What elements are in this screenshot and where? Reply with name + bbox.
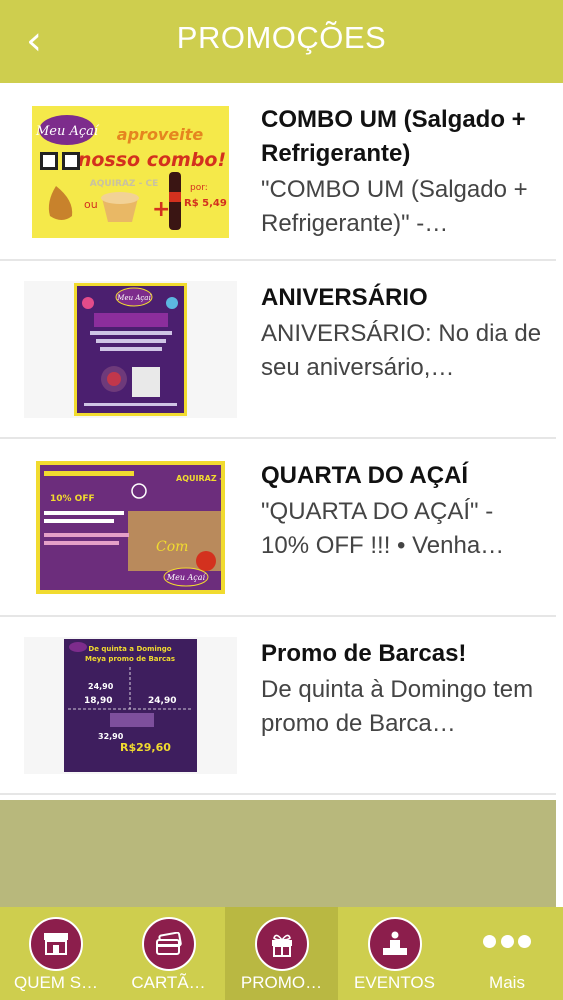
- svg-text:24,90: 24,90: [88, 682, 114, 691]
- more-dots-icon: [483, 935, 531, 949]
- tab-quem-somos[interactable]: QUEM S…: [0, 907, 112, 1000]
- top-bar: ‹ PROMOÇÕES: [0, 0, 563, 83]
- promotion-image-aniversario: Meu Açaí: [24, 281, 237, 418]
- svg-text:+: +: [152, 197, 170, 222]
- tab-label: PROMO…: [240, 973, 323, 992]
- tab-eventos[interactable]: EVENTOS: [338, 907, 451, 1000]
- promotion-description: "QUARTA DO AÇAÍ" - 10% OFF !!! • Venha…: [261, 498, 505, 559]
- empty-area: [0, 800, 556, 907]
- svg-text:R$29,60: R$29,60: [120, 741, 171, 754]
- promotion-item-quarta-do-acai[interactable]: AQUIRAZ - CE 10% OFF Com Meu Açaí QUARTA…: [0, 439, 556, 617]
- tab-bar: QUEM S… CARTÃ… PROMO… EVENTOS Mais: [0, 907, 563, 1000]
- tab-label: Mais: [489, 973, 525, 992]
- promotion-item-promo-de-barcas[interactable]: De quinta a Domingo Meya promo de Barcas…: [0, 617, 556, 795]
- promotion-description: "COMBO UM (Salgado + Refrigerante)" -…: [261, 176, 528, 237]
- svg-text:32,90: 32,90: [98, 732, 124, 741]
- promotion-title: ANIVERSÁRIO: [261, 284, 428, 311]
- tab-cartao[interactable]: CARTÃ…: [112, 907, 225, 1000]
- svg-text:por:: por:: [190, 183, 208, 193]
- promotion-item-combo-um[interactable]: Meu Açaí aproveite nosso combo! AQUIRAZ …: [0, 83, 556, 261]
- promotion-item-aniversario[interactable]: Meu Açaí ANIVERSÁRIO ANIVERSÁRIO: No dia…: [0, 261, 556, 439]
- svg-text:18,90: 18,90: [84, 696, 112, 706]
- promotion-title: COMBO UM (Salgado + Refrigerante): [261, 106, 526, 167]
- gift-icon: [254, 917, 309, 971]
- scroll-edge: [556, 83, 563, 1000]
- promotion-description: De quinta à Domingo tem promo de Barca…: [261, 676, 534, 737]
- promotion-image-quarta: AQUIRAZ - CE 10% OFF Com Meu Açaí: [24, 459, 237, 596]
- promotion-title: Promo de Barcas!: [261, 640, 467, 667]
- svg-text:ou: ou: [84, 198, 98, 211]
- podium-icon: [367, 917, 422, 971]
- svg-text:R$ 5,49: R$ 5,49: [184, 198, 227, 209]
- promotion-description: ANIVERSÁRIO: No dia de seu aniversário,…: [261, 320, 542, 381]
- tab-label: QUEM S…: [13, 973, 99, 992]
- card-icon: [141, 917, 196, 971]
- svg-text:Meya promo de Barcas: Meya promo de Barcas: [85, 655, 175, 663]
- svg-text:De quinta a Domingo: De quinta a Domingo: [88, 645, 171, 653]
- promotion-image-combo: Meu Açaí aproveite nosso combo! AQUIRAZ …: [24, 103, 237, 240]
- svg-text:Com: Com: [156, 539, 188, 555]
- svg-text:10% OFF: 10% OFF: [50, 494, 95, 504]
- tab-label: CARTÃ…: [131, 973, 206, 992]
- svg-text:AQUIRAZ - CE: AQUIRAZ - CE: [90, 179, 158, 189]
- svg-text:aproveite: aproveite: [117, 125, 204, 144]
- brand-logo-text: Meu Açaí: [116, 294, 151, 302]
- svg-text:24,90: 24,90: [148, 696, 176, 706]
- storefront-icon: [29, 917, 83, 971]
- promotions-list: Meu Açaí aproveite nosso combo! AQUIRAZ …: [0, 83, 556, 795]
- promotion-title: QUARTA DO AÇAÍ: [261, 462, 469, 489]
- brand-logo-text: Meu Açaí: [166, 573, 207, 582]
- svg-text:AQUIRAZ - CE: AQUIRAZ - CE: [176, 474, 225, 483]
- page-title: PROMOÇÕES: [176, 20, 387, 55]
- tab-mais[interactable]: Mais: [451, 907, 563, 1000]
- promotion-image-barcas: De quinta a Domingo Meya promo de Barcas…: [24, 637, 237, 774]
- brand-logo-text: Meu Açaí: [35, 124, 100, 139]
- tab-label: EVENTOS: [354, 973, 435, 992]
- tab-promocoes[interactable]: PROMO…: [225, 907, 338, 1000]
- svg-text:nosso combo!: nosso combo!: [78, 149, 226, 171]
